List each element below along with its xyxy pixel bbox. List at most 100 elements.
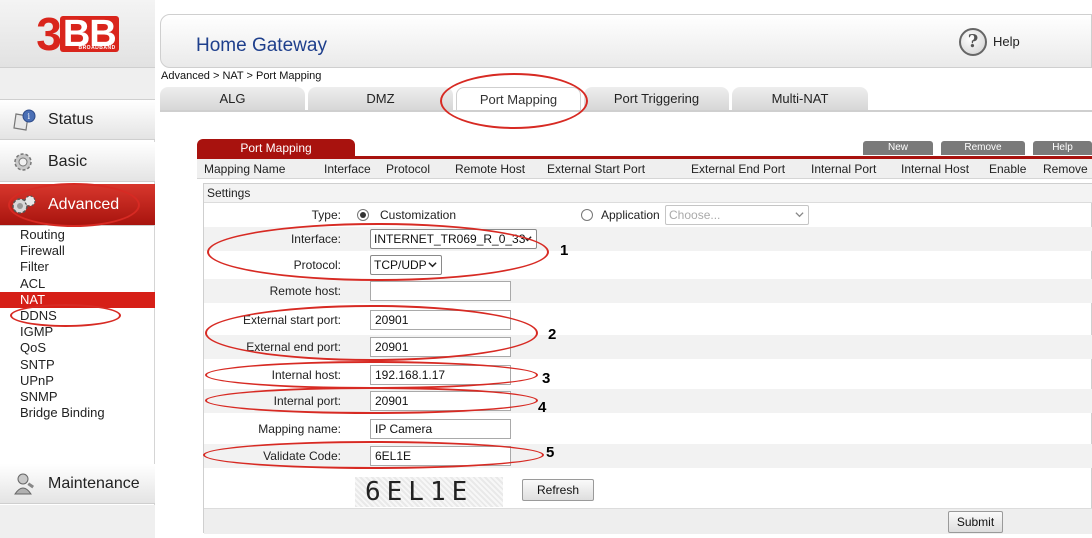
- help-link[interactable]: Help: [993, 34, 1020, 49]
- validate-code-input[interactable]: 6EL1E: [370, 446, 511, 466]
- svg-text:i: i: [28, 112, 31, 121]
- help-icon[interactable]: ?: [959, 28, 987, 56]
- column-header: External End Port: [691, 162, 786, 176]
- internal-port-row: Internal port: 20901: [204, 389, 1092, 413]
- external-end-port-input[interactable]: 20901: [370, 337, 511, 357]
- port-mapping-panel-tab: Port Mapping: [197, 139, 355, 157]
- advanced-submenu: Routing Firewall Filter ACL NAT DDNS IGM…: [0, 227, 155, 421]
- external-start-port-row: External start port: 20901: [204, 308, 1092, 332]
- sidebar-footer: [0, 505, 155, 538]
- sidebar-item-advanced[interactable]: Advanced: [0, 184, 155, 226]
- sidebar-item-bridge-binding[interactable]: Bridge Binding: [0, 405, 155, 421]
- tab-multi-nat[interactable]: Multi-NAT: [732, 87, 868, 111]
- application-select[interactable]: Choose...: [665, 205, 809, 225]
- interface-select-value: INTERNET_TR069_R_0_33: [374, 232, 526, 246]
- application-label: Application: [601, 208, 660, 222]
- external-end-port-label: External end port:: [246, 340, 341, 354]
- external-start-port-input[interactable]: 20901: [370, 310, 511, 330]
- sidebar-item-ddns[interactable]: DDNS: [0, 308, 155, 324]
- settings-form: Settings Type: Customization Application…: [203, 183, 1092, 534]
- tab-bar: ALG DMZ Port Mapping Port Triggering Mul…: [160, 87, 1092, 111]
- sidebar-item-maintenance[interactable]: Maintenance: [0, 464, 155, 504]
- column-header: Mapping Name: [204, 162, 286, 176]
- tab-port-triggering[interactable]: Port Triggering: [584, 87, 729, 111]
- tab-divider: [160, 110, 1092, 112]
- sidebar-item-sntp[interactable]: SNTP: [0, 357, 155, 373]
- submit-button[interactable]: Submit: [948, 511, 1003, 533]
- sidebar-item-qos[interactable]: QoS: [0, 340, 155, 356]
- internal-port-label: Internal port:: [273, 394, 341, 408]
- sidebar-item-nat[interactable]: NAT: [0, 291, 155, 308]
- interface-row: Interface: INTERNET_TR069_R_0_33: [204, 227, 1092, 251]
- annotation-number: 1: [560, 242, 569, 259]
- logo-area: 3 BB BROADBAND: [0, 0, 155, 68]
- chevron-down-icon: [795, 212, 804, 218]
- chevron-down-icon: [523, 236, 532, 242]
- remove-button[interactable]: Remove: [941, 141, 1025, 155]
- external-start-port-label: External start port:: [242, 313, 341, 327]
- advanced-gears-icon: [12, 194, 36, 214]
- annotation-number: 2: [548, 326, 557, 343]
- column-header: Internal Host: [901, 162, 970, 176]
- internal-host-row: Internal host: 192.168.1.17: [204, 363, 1092, 387]
- chevron-down-icon: [428, 262, 437, 268]
- page-title: Home Gateway: [196, 35, 327, 56]
- sidebar-item-snmp[interactable]: SNMP: [0, 389, 155, 405]
- sidebar: 3 BB BROADBAND i Status Basic Advanced Ro…: [0, 0, 155, 538]
- tab-dmz[interactable]: DMZ: [308, 87, 453, 111]
- settings-title: Settings: [204, 184, 1092, 203]
- column-header: Enable: [989, 162, 1027, 176]
- maintenance-icon: [14, 473, 35, 494]
- customization-radio[interactable]: [357, 209, 369, 221]
- breadcrumb: Advanced > NAT > Port Mapping: [161, 70, 322, 82]
- captcha-image: 6EL1E: [355, 477, 503, 507]
- internal-host-label: Internal host:: [271, 368, 341, 382]
- logo-subtitle: BROADBAND: [78, 44, 116, 51]
- protocol-label: Protocol:: [293, 258, 341, 272]
- tab-alg[interactable]: ALG: [160, 87, 305, 111]
- sidebar-item-firewall[interactable]: Firewall: [0, 243, 155, 259]
- validate-code-label: Validate Code:: [263, 449, 341, 463]
- sidebar-item-status[interactable]: i Status: [0, 100, 155, 140]
- remote-host-input[interactable]: [370, 281, 511, 301]
- brand-logo: 3 BB BROADBAND: [36, 7, 119, 60]
- sidebar-item-igmp[interactable]: IGMP: [0, 324, 155, 340]
- help-button[interactable]: Help: [1033, 141, 1092, 155]
- column-header: Interface: [324, 162, 371, 176]
- sidebar-item-acl[interactable]: ACL: [0, 276, 155, 292]
- header-bar: Home Gateway ? Help: [160, 14, 1092, 68]
- customization-label: Customization: [380, 208, 457, 222]
- protocol-row: Protocol: TCP/UDP: [204, 253, 1092, 277]
- sidebar-item-upnp[interactable]: UPnP: [0, 373, 155, 389]
- sidebar-item-label: Basic: [48, 152, 88, 170]
- remote-host-label: Remote host:: [269, 284, 341, 298]
- gear-icon: [14, 152, 32, 171]
- interface-label: Interface:: [290, 232, 341, 246]
- sidebar-item-filter[interactable]: Filter: [0, 259, 155, 275]
- type-label: Type:: [311, 208, 341, 222]
- application-radio[interactable]: [581, 209, 593, 221]
- tab-port-mapping[interactable]: Port Mapping: [456, 87, 581, 111]
- logo-number: 3: [36, 7, 62, 60]
- column-header: Protocol: [386, 162, 431, 176]
- refresh-button[interactable]: Refresh: [522, 479, 594, 501]
- sidebar-item-basic[interactable]: Basic: [0, 142, 155, 182]
- column-header: External Start Port: [547, 162, 646, 176]
- protocol-select[interactable]: TCP/UDP: [370, 255, 442, 275]
- interface-select[interactable]: INTERNET_TR069_R_0_33: [370, 229, 537, 249]
- submit-bar: Submit: [204, 508, 1092, 534]
- sidebar-spacer: [0, 68, 155, 100]
- application-select-value: Choose...: [669, 208, 721, 222]
- sidebar-item-routing[interactable]: Routing: [0, 227, 155, 243]
- mapping-name-input[interactable]: IP Camera: [370, 419, 511, 439]
- sidebar-item-label: Maintenance: [48, 474, 140, 492]
- new-button[interactable]: New: [863, 141, 933, 155]
- internal-host-input[interactable]: 192.168.1.17: [370, 365, 511, 385]
- column-header: Remote Host: [455, 162, 526, 176]
- protocol-select-value: TCP/UDP: [374, 258, 427, 272]
- external-end-port-row: External end port: 20901: [204, 335, 1092, 359]
- internal-port-input[interactable]: 20901: [370, 391, 511, 411]
- sidebar-item-label: Advanced: [48, 195, 120, 213]
- remote-host-row: Remote host:: [204, 279, 1092, 303]
- logo-letters-box: BB BROADBAND: [59, 15, 119, 53]
